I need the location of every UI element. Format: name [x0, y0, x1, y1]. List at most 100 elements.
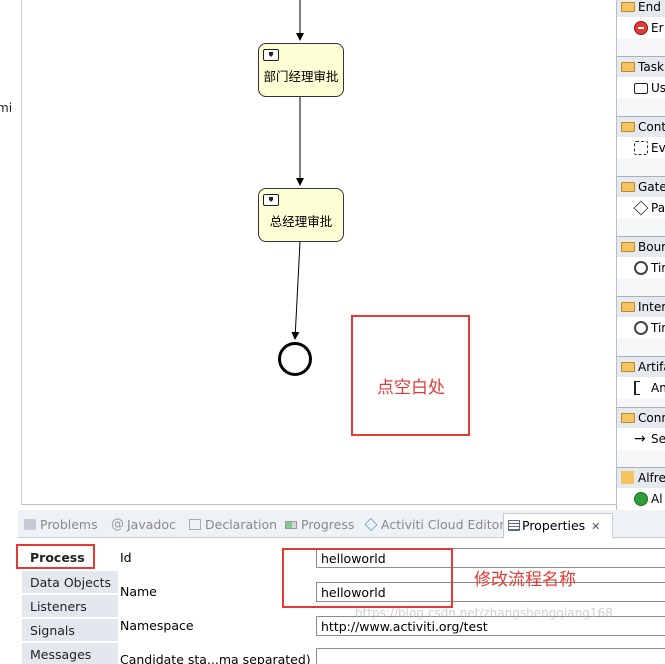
palette-group-label: Artifa — [638, 360, 665, 374]
parallel-gateway-icon — [633, 200, 649, 216]
palette-item-label: Er — [651, 21, 664, 35]
tab-label: Javadoc — [127, 517, 176, 532]
palette-group-boundary[interactable]: Bour Tir — [617, 236, 665, 296]
side-tab-messages[interactable]: Messages — [22, 643, 118, 664]
close-icon[interactable]: ✕ — [591, 520, 600, 533]
declaration-icon — [189, 519, 201, 530]
palette-item[interactable]: Al — [617, 488, 665, 510]
palette-item-label: Us — [651, 81, 665, 95]
alfresco-icon — [621, 471, 634, 484]
palette-group-label: Alfre — [638, 471, 665, 485]
tab-label: Progress — [301, 517, 355, 532]
annotation-box-process-tab — [16, 544, 95, 569]
watermark: https://blog.csdn.net/zhangshengqiang168 — [355, 606, 613, 620]
palette-item[interactable]: Us — [617, 77, 665, 99]
palette-item[interactable]: An — [617, 377, 665, 399]
tab-label: Activiti Cloud Editor — [381, 517, 505, 532]
sequence-flow-icon — [634, 428, 648, 450]
palette-group-alfresco[interactable]: Alfre Al — [617, 467, 665, 510]
javadoc-icon: @ — [111, 517, 124, 532]
side-tab-listeners[interactable]: Listeners — [22, 595, 118, 618]
folder-icon — [621, 413, 635, 423]
tab-progress[interactable]: Progress — [283, 516, 354, 534]
properties-icon — [508, 520, 520, 531]
folder-icon — [621, 302, 635, 312]
palette-group-label: Cont — [638, 120, 665, 134]
palette-group-label: Inter — [638, 300, 665, 314]
side-tab-signals[interactable]: Signals — [22, 619, 118, 642]
palette-item[interactable]: Pa — [617, 197, 665, 219]
folder-icon — [621, 362, 635, 372]
palette-group-label: Task — [638, 60, 664, 74]
timer-icon — [634, 261, 648, 275]
palette-group-intermediate[interactable]: Inter Tir — [617, 296, 665, 356]
user-task-general-manager-approval[interactable]: 总经理审批 — [258, 188, 344, 242]
folder-icon — [621, 122, 635, 132]
end-error-event-icon — [634, 21, 648, 35]
namespace-label: Namespace — [120, 618, 194, 633]
annotation-box-id-name — [282, 548, 453, 608]
id-label: Id — [120, 550, 132, 565]
palette-item-label: Tir — [651, 261, 665, 275]
start-event-icon — [634, 492, 648, 506]
palette-item[interactable]: Se — [617, 428, 665, 450]
user-task-icon — [263, 194, 279, 206]
palette-group-end[interactable]: End Er — [617, 0, 665, 56]
palette-item[interactable]: Tir — [617, 257, 665, 279]
user-task-icon — [634, 83, 648, 94]
candidate-starters-field[interactable] — [316, 648, 665, 664]
properties-view: Process Data Objects Listeners Signals M… — [16, 538, 665, 664]
name-label: Name — [120, 584, 157, 599]
annotation-icon — [634, 381, 640, 395]
palette-item-label: An — [651, 381, 665, 395]
left-editor-gutter: mi — [0, 0, 22, 505]
palette-group-task[interactable]: Task Us — [617, 56, 665, 116]
timer-icon — [634, 321, 648, 335]
tab-label: Declaration — [205, 517, 278, 532]
task-label: 部门经理审批 — [263, 69, 339, 84]
palette-item-label: Ev — [651, 141, 665, 155]
cloud-editor-icon — [364, 517, 378, 532]
flow-gm-to-end — [291, 241, 301, 340]
tab-javadoc[interactable]: @ Javadoc — [109, 516, 176, 534]
user-task-dept-manager-approval[interactable]: 部门经理审批 — [258, 43, 344, 97]
palette-group-label: End — [638, 0, 661, 14]
palette-item[interactable]: Ev — [617, 137, 665, 159]
tab-activiti-cloud-editor[interactable]: Activiti Cloud Editor — [363, 516, 504, 534]
problems-icon — [24, 519, 36, 530]
palette-group-label: Conn — [638, 411, 665, 425]
palette-item-label: Tir — [651, 321, 665, 335]
palette-item-label: Al — [651, 492, 663, 506]
palette: End Er Task Us Cont Ev Gate Pa Bour Tir … — [616, 0, 665, 510]
tab-label: Problems — [40, 517, 98, 532]
bottom-view-tabbar: Problems @ Javadoc Declaration Progress A… — [18, 510, 665, 538]
progress-icon — [285, 521, 297, 529]
side-tab-data-objects[interactable]: Data Objects — [22, 571, 118, 594]
folder-icon — [621, 182, 635, 192]
palette-group-label: Bour — [638, 240, 665, 254]
folder-icon — [621, 2, 635, 12]
annotation-modify-process-name: 修改流程名称 — [474, 570, 576, 590]
tab-problems[interactable]: Problems — [22, 516, 98, 534]
user-task-icon — [263, 49, 279, 61]
palette-item[interactable]: Er — [617, 17, 665, 39]
tab-declaration[interactable]: Declaration — [187, 516, 277, 534]
palette-item-label: Pa — [651, 201, 665, 215]
folder-icon — [621, 62, 635, 72]
palette-item-label: Se — [651, 432, 665, 446]
palette-group-label: Gate — [638, 180, 665, 194]
end-event[interactable] — [278, 342, 312, 376]
folder-icon — [621, 242, 635, 252]
tab-label: Properties — [522, 518, 586, 533]
palette-item[interactable]: Tir — [617, 317, 665, 339]
event-subprocess-icon — [634, 141, 648, 155]
palette-group-gateway[interactable]: Gate Pa — [617, 176, 665, 236]
palette-group-container[interactable]: Cont Ev — [617, 116, 665, 176]
gutter-text-fragment: mi — [0, 101, 13, 115]
diagram-canvas[interactable]: 部门经理审批 总经理审批 点空白处 — [22, 0, 616, 505]
tab-properties[interactable]: Properties ✕ — [503, 513, 613, 538]
annotation-click-blank: 点空白处 — [377, 378, 445, 398]
candidate-starters-label: Candidate sta...ma separated) — [120, 652, 311, 664]
palette-group-connection[interactable]: Conn Se — [617, 407, 665, 467]
task-label: 总经理审批 — [269, 214, 333, 229]
